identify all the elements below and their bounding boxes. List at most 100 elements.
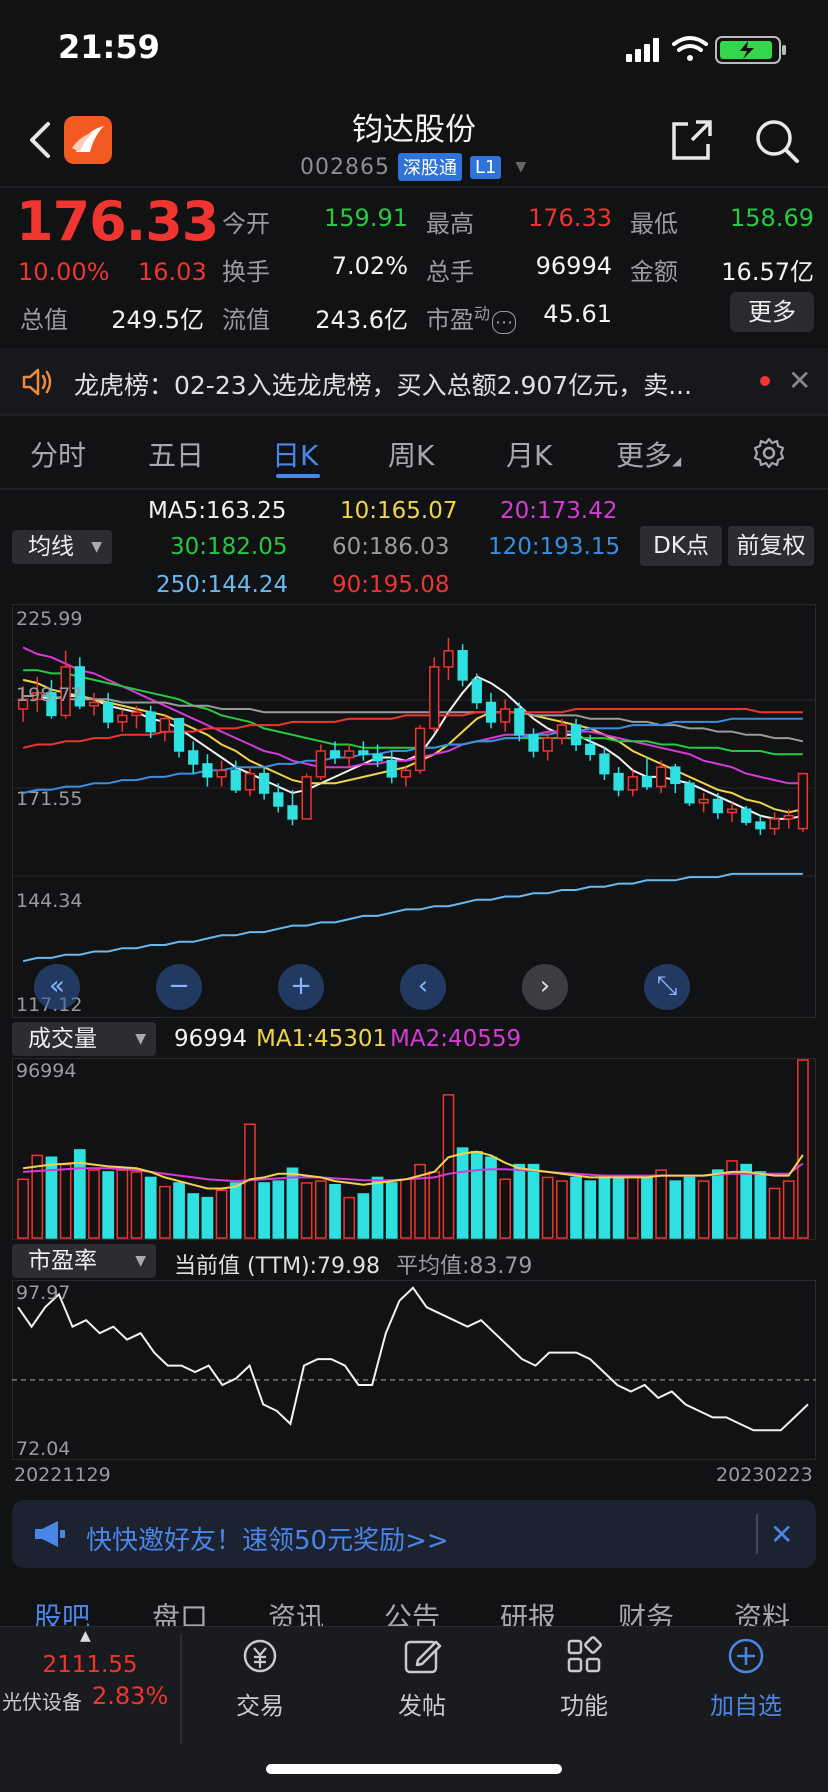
candle-down [514,708,525,736]
divider [0,414,828,416]
level-badge: L1 [469,155,502,179]
candle-up [500,708,511,723]
volume-bar-down [513,1163,526,1239]
pe-average: 平均值:83.79 [396,1254,533,1279]
chart-frame [12,1280,816,1460]
ma-label-30: 30:182.05 [170,534,288,560]
zoom-out-icon[interactable]: − [156,964,202,1010]
notice-close-icon[interactable]: ✕ [788,364,811,397]
grid-icon [567,1636,602,1673]
candle-down [741,808,752,823]
chevron-left-icon[interactable]: ‹ [400,964,446,1010]
field-value-turnover: 7.02% [331,252,408,280]
volume-bar-down [612,1176,625,1239]
trade-icon [243,1639,277,1673]
volume-bar-down [371,1176,384,1239]
volume-bar-up [300,1182,313,1239]
candle-down [386,759,397,778]
chevron-right-icon[interactable]: › [522,964,568,1010]
search-button[interactable] [752,116,802,166]
invite-text[interactable]: 快快邀好友！速领50元奖励>> [86,1520,449,1557]
sector-index-value[interactable]: 2111.55 [0,1652,180,1678]
candle-down [471,679,482,704]
y-label-top: 225.99 [16,608,83,630]
volume-bar-down [187,1193,200,1239]
volume-bar-down [470,1150,483,1239]
zoom-in-icon[interactable]: + [278,964,324,1010]
gear-icon[interactable] [752,436,786,470]
field-label-pe: 市盈动 ⋯ [426,300,517,335]
x-label-start: 20221129 [14,1464,111,1486]
field-label-total-value: 总值 [20,306,68,334]
volume-bar-up [88,1169,100,1239]
double-chevron-left-icon[interactable]: « [34,964,80,1010]
tab-weekly-k[interactable]: 周K [388,434,434,474]
volume-bar-down [740,1163,753,1239]
more-button[interactable]: 更多 [730,292,814,332]
pe-chart[interactable] [12,1280,816,1460]
volume-bar-down [229,1182,242,1239]
volume-bar-down [754,1171,767,1239]
candle-down [103,701,114,723]
stock-subtitle[interactable]: 002865 深股通 L1 ▼ [300,152,526,182]
speaker-icon [20,366,56,398]
tab-daily-k[interactable]: 日K [272,434,318,474]
expand-icon[interactable]: ⤡ [644,964,690,1010]
tab-five-day[interactable]: 五日 [148,434,204,474]
share-button[interactable] [668,116,716,164]
functions-button[interactable]: 功能 [524,1630,644,1730]
tab-active-indicator [276,474,320,478]
caret-icon: ◢ [672,454,682,468]
candle-up [344,750,355,759]
candle-up [216,769,227,778]
candle-down [358,750,369,755]
candle-down [570,724,582,746]
candle-up [655,766,667,788]
notice-text[interactable]: 龙虎榜：02-23入选龙虎榜，买入总额2.907亿元，卖... [74,366,734,402]
plus-circle-icon [728,1638,764,1674]
field-label-turnover: 换手 [222,258,270,286]
candle-up [556,724,568,739]
divider [180,1634,182,1744]
volume-bar-down [669,1180,682,1239]
volume-bar-up [442,1094,455,1239]
tab-more[interactable]: 更多◢ [616,434,681,474]
kline-chart[interactable] [12,604,816,1018]
add-watchlist-button[interactable]: 加自选 [686,1630,806,1730]
add-watchlist-label: 加自选 [710,1692,782,1720]
volume-ma1: MA1:45301 [256,1026,388,1052]
volume-bar-up [116,1169,129,1239]
volume-bar-down [570,1176,582,1239]
unread-dot [760,376,770,386]
search-icon [756,120,799,163]
triangle-up-icon: ▲ [80,1628,91,1644]
volume-bar-down [102,1171,115,1239]
post-button[interactable]: 发帖 [362,1630,482,1730]
dk-point-button[interactable]: DK点 [640,526,722,566]
candle-up [88,701,100,707]
ma-selector[interactable]: 均线 ▼ [12,530,112,564]
candle-up [542,737,553,752]
field-label-volume: 总手 [426,258,474,286]
candle-down [372,753,383,762]
change-value: 16.03 [138,258,207,286]
candle-down [230,769,241,791]
tab-monthly-k[interactable]: 月K [506,434,552,474]
pe-selector[interactable]: 市盈率 ▼ [12,1244,156,1278]
volume-selector[interactable]: 成交量 ▼ [12,1022,156,1056]
volume-chart[interactable] [12,1058,816,1240]
volume-bar-down [683,1176,696,1239]
trade-label: 交易 [236,1692,284,1720]
volume-bar-up [697,1180,710,1239]
caret-down-icon: ▼ [515,159,527,175]
volume-bar-up [59,1163,72,1239]
candle-down [173,717,185,752]
sector-name[interactable]: 光伏设备 [2,1686,82,1715]
ma-line-ma250 [22,872,803,963]
stock-code: 002865 [300,154,390,180]
adjust-price-button[interactable]: 前复权 [728,526,814,566]
invite-close-icon[interactable]: ✕ [770,1518,793,1551]
trade-button[interactable]: 交易 [200,1630,320,1730]
info-icon[interactable]: ⋯ [492,311,517,334]
tab-intraday[interactable]: 分时 [30,434,86,474]
